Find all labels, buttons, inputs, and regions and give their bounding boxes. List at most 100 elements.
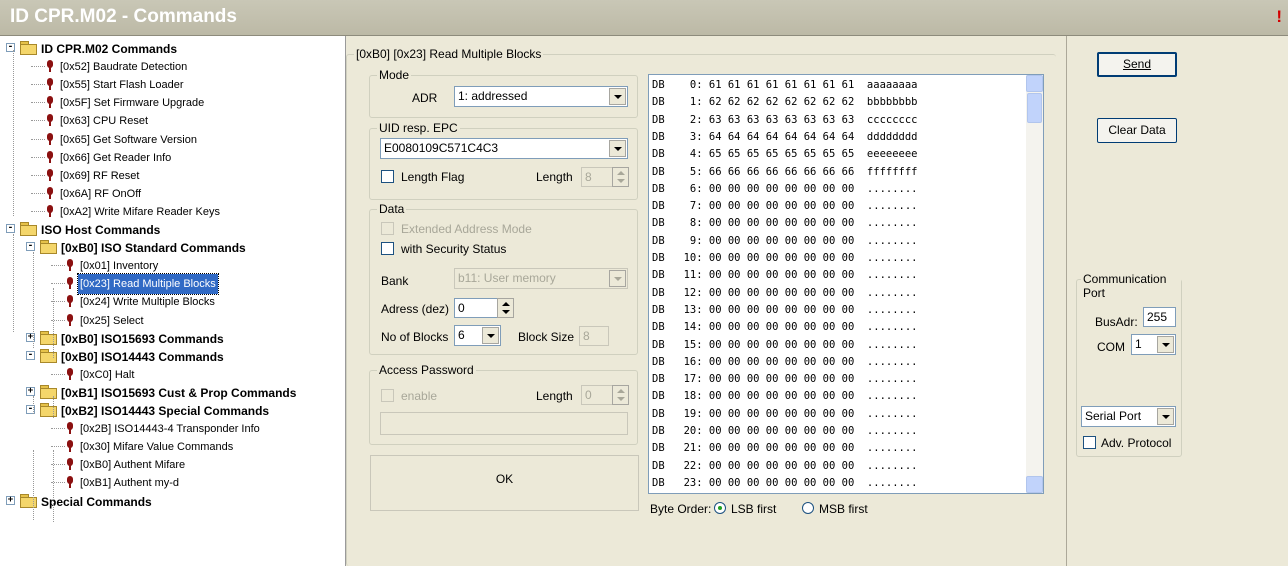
hex-row: DB 7: 00 00 00 00 00 00 00 00 ........	[652, 200, 918, 213]
collapse-icon[interactable]: -	[26, 242, 35, 252]
hex-row: DB 8: 00 00 00 00 00 00 00 00 ........	[652, 217, 918, 230]
busadr-field[interactable]: 255	[1143, 307, 1176, 327]
password-field[interactable]	[380, 412, 628, 435]
password-enable-checkbox[interactable]	[381, 389, 394, 402]
tree-node-label: [0xB2] ISO14443 Special Commands	[61, 404, 270, 418]
adr-select[interactable]: 1: addressed	[454, 86, 628, 107]
tree-connector	[31, 174, 45, 176]
length-flag-checkbox[interactable]	[381, 170, 394, 183]
tree-node-label: [0x65] Get Software Version	[60, 133, 197, 146]
collapse-icon[interactable]: -	[26, 350, 35, 360]
adv-protocol-label: Adv. Protocol	[1101, 436, 1172, 450]
tree-node-label: [0x23] Read Multiple Blocks	[77, 273, 219, 296]
tree-connector	[51, 446, 65, 448]
uid-select-value: E0080109C571C4C3	[384, 141, 499, 155]
send-label: Send	[1122, 57, 1152, 71]
command-pin-icon	[45, 150, 55, 164]
address-spinner[interactable]	[497, 298, 514, 318]
ok-label: OK	[495, 472, 514, 486]
uid-length-label: Length	[536, 170, 573, 184]
tree-connector	[53, 288, 54, 358]
command-pin-icon	[45, 60, 55, 73]
adv-protocol-checkbox[interactable]	[1083, 436, 1096, 449]
extended-address-checkbox[interactable]	[381, 222, 394, 235]
extended-address-label: Extended Address Mode	[401, 222, 532, 236]
hex-row: DB 10: 00 00 00 00 00 00 00 00 ........	[652, 252, 918, 264]
hex-row: DB 12: 00 00 00 00 00 00 00 00 ........	[652, 286, 918, 299]
command-pin-icon	[65, 476, 75, 489]
hex-row: DB 1: 62 62 62 62 62 62 62 62 bbbbbbbb	[652, 96, 918, 109]
scroll-up-icon[interactable]	[1026, 75, 1043, 92]
chevron-down-icon[interactable]	[1157, 336, 1174, 353]
uid-length-spinner[interactable]	[612, 167, 629, 187]
password-length-field[interactable]: 0	[581, 385, 613, 405]
clear-data-button[interactable]: Clear Data	[1097, 118, 1177, 143]
mode-group-title: Mode	[377, 68, 412, 82]
tree-node-label: [0x63] CPU Reset	[60, 115, 149, 128]
bank-select[interactable]: b11: User memory	[454, 268, 628, 289]
tree-connector	[31, 156, 45, 158]
right-panel-divider	[1066, 36, 1067, 566]
tree-connector	[53, 396, 54, 418]
command-pin-icon	[45, 132, 55, 146]
window-title: ID CPR.M02 - Commands	[10, 6, 237, 27]
chevron-down-icon[interactable]	[609, 270, 626, 287]
scroll-thumb[interactable]	[1027, 93, 1042, 123]
tree-node-label: [0xB0] Authent Mifare	[80, 459, 186, 472]
hex-row: DB 24: 00 00 00 00 00 00 00 00 ........	[652, 492, 918, 493]
tree-connector	[51, 373, 65, 375]
hex-row: DB 9: 00 00 00 00 00 00 00 00 ........	[652, 234, 918, 247]
chevron-down-icon[interactable]	[609, 88, 626, 105]
chevron-down-icon[interactable]	[482, 327, 499, 344]
scroll-down-icon[interactable]	[1026, 476, 1043, 493]
blocks-select[interactable]: 6	[454, 325, 501, 346]
bank-label: Bank	[381, 274, 409, 288]
command-pin-icon	[45, 204, 55, 218]
hex-row: DB 23: 00 00 00 00 00 00 00 00 ........	[652, 476, 918, 489]
hex-row: DB 5: 66 66 66 66 66 66 66 66 ffffffff	[652, 165, 918, 178]
block-data-view[interactable]: DB 0: 61 61 61 61 61 61 61 61 aaaaaaaa DB…	[648, 74, 1044, 494]
adr-label: ADR	[412, 91, 438, 105]
uid-select[interactable]: E0080109C571C4C3	[380, 138, 628, 159]
security-status-label: with Security Status	[401, 242, 507, 256]
tree-node-label: [0x6A] RF OnOff	[60, 187, 142, 200]
folder-icon	[20, 222, 37, 236]
command-tree[interactable]: - ID CPR.M02 Commands [0x52] Baudrate Dete…	[0, 36, 346, 566]
vertical-scrollbar[interactable]	[1026, 75, 1043, 493]
address-field[interactable]: 0	[454, 298, 498, 318]
tree-node-label: [0x69] RF Reset	[60, 169, 140, 182]
password-enable-label: enable	[401, 389, 438, 403]
msb-first-radio[interactable]	[802, 502, 814, 514]
chevron-down-icon[interactable]	[609, 140, 626, 157]
length-flag-label: Length Flag	[401, 170, 465, 184]
hex-row: DB 18: 00 00 00 00 00 00 00 00 ........	[652, 390, 918, 403]
com-select[interactable]: 1	[1131, 334, 1176, 355]
ok-button[interactable]: OK	[370, 455, 639, 511]
collapse-icon[interactable]: -	[6, 224, 15, 233]
hex-row: DB 17: 00 00 00 00 00 00 00 00 ........	[652, 373, 918, 386]
expand-icon[interactable]: +	[26, 386, 35, 396]
security-status-checkbox[interactable]	[381, 242, 394, 255]
command-pin-icon	[45, 96, 55, 109]
chevron-down-icon[interactable]	[1157, 408, 1174, 425]
send-button[interactable]: Send	[1097, 52, 1177, 77]
uid-length-field[interactable]: 8	[581, 167, 613, 187]
tree-node-label: [0x5F] Set Firmware Upgrade	[60, 97, 205, 110]
tree-node-label: ID CPR.M02 Commands	[41, 42, 178, 56]
communication-port-title: Communication Port	[1081, 272, 1181, 300]
clear-data-label: Clear Data	[1108, 123, 1166, 137]
lsb-first-radio[interactable]	[714, 502, 726, 514]
expand-icon[interactable]: +	[6, 495, 15, 505]
command-pin-icon	[45, 168, 55, 182]
tree-node-label: [0xB0] ISO14443 Commands	[61, 349, 224, 364]
tree-node-label: ISO Host Commands	[41, 223, 161, 237]
tree-connector	[51, 265, 65, 267]
hex-row: DB 16: 00 00 00 00 00 00 00 00 ........	[652, 355, 918, 368]
tree-connector	[33, 450, 34, 520]
command-pin-icon	[65, 295, 75, 308]
password-length-label: Length	[536, 389, 573, 403]
password-length-spinner[interactable]	[612, 385, 629, 405]
port-type-select[interactable]: Serial Port	[1081, 406, 1176, 427]
tree-node-label: [0xC0] Halt	[80, 368, 135, 381]
command-pin-icon	[65, 277, 75, 290]
